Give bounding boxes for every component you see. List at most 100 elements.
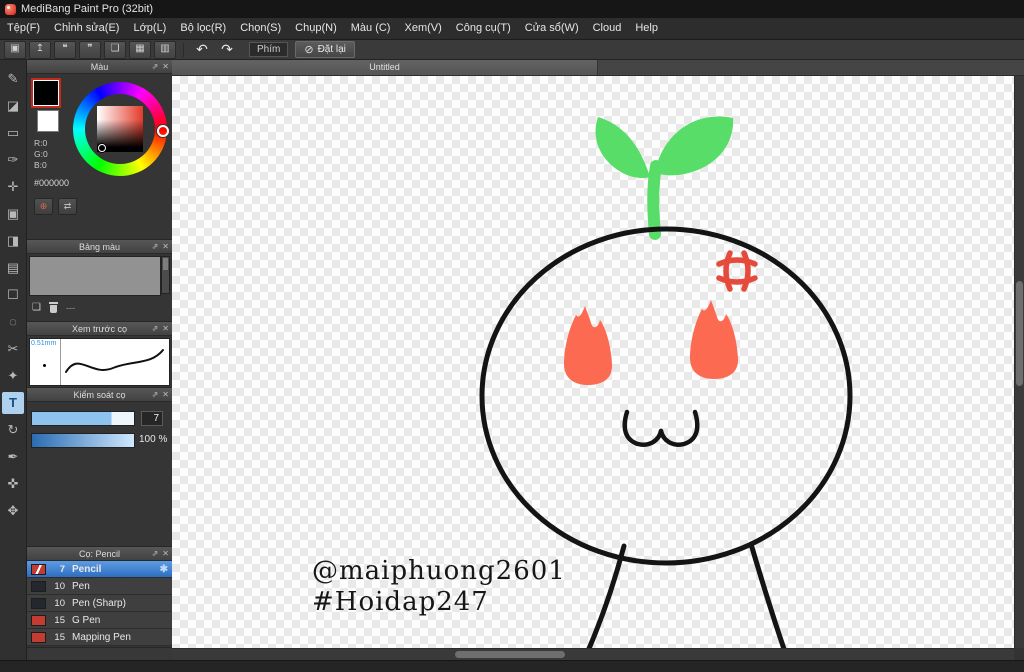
menu-layer[interactable]: Lớp(L) (126, 18, 173, 39)
move-tool-button[interactable]: ✛ (2, 176, 24, 198)
canvas-artwork (479, 116, 853, 648)
menu-cloud[interactable]: Cloud (586, 18, 629, 39)
brush-chip (31, 631, 46, 643)
color-mode-icon[interactable]: ⊕ (34, 198, 53, 215)
brush-row-pen-sharp[interactable]: 10 Pen (Sharp) (27, 595, 172, 612)
title-bar: MediBang Paint Pro (32bit) (0, 0, 1024, 18)
hand-tool-button[interactable]: ✥ (2, 500, 24, 522)
brush-name: Pencil (72, 563, 102, 575)
brush-list-panel: Cọ: Pencil ⇗ ✕ 7 Pencil ✱ 10 Pen 10 Pen … (27, 547, 172, 648)
panel-close-icon[interactable]: ✕ (162, 240, 169, 253)
lasso-tool-button[interactable]: ◌ (2, 311, 24, 333)
gradient-tool-button[interactable]: ▤ (2, 257, 24, 279)
redo-button[interactable]: ↷ (216, 41, 238, 59)
background-color-swatch[interactable] (37, 110, 59, 132)
palette-placeholder: --- (65, 302, 75, 313)
vertical-scrollbar-thumb[interactable] (1016, 281, 1023, 386)
horizontal-scrollbar-thumb[interactable] (455, 651, 565, 658)
sv-cursor[interactable] (98, 144, 106, 152)
panel-popout-icon[interactable]: ⇗ (152, 388, 159, 401)
brush-opacity-slider[interactable] (31, 433, 135, 448)
prohibition-icon: ⊘ (304, 44, 314, 56)
menu-edit[interactable]: Chỉnh sửa(E) (47, 18, 126, 39)
panel-close-icon[interactable]: ✕ (162, 388, 169, 401)
brush-settings-icon[interactable]: ✱ (160, 564, 168, 575)
brush-opacity-value: 100 % (139, 434, 168, 445)
main-toolbar: ▣ ↥ ❝ ❞ ❏ ▦ ▥ ↶ ↷ Phím ⊘ Đặt lại (0, 40, 1024, 60)
foreground-color-swatch[interactable] (31, 78, 61, 108)
save-button[interactable]: ▣ (4, 40, 26, 59)
mouth (622, 409, 700, 447)
medibang-window: MediBang Paint Pro (32bit) Tệp(F) Chỉnh … (0, 0, 1024, 672)
panel-column: Màu ⇗ ✕ R:0 G:0 B:0 #000000 ⊕ ⇄ Bảng màu… (27, 60, 172, 660)
shape-tool-button[interactable]: ▭ (2, 122, 24, 144)
vertical-scrollbar[interactable] (1014, 76, 1024, 648)
wand-tool-button[interactable]: ✦ (2, 365, 24, 387)
menu-color[interactable]: Màu (C) (344, 18, 398, 39)
palette-scrollbar[interactable] (161, 256, 170, 294)
palette-panel-title: Bảng màu (78, 241, 121, 252)
brush-chip (31, 563, 46, 575)
upload-button[interactable]: ↥ (29, 40, 51, 59)
trash-icon[interactable] (48, 302, 58, 313)
menu-filter[interactable]: Bộ lọc(R) (173, 18, 233, 39)
blue-value: B:0 (34, 160, 47, 170)
comment-button[interactable]: ❝ (54, 40, 76, 59)
panel-popout-icon[interactable]: ⇗ (152, 322, 159, 335)
anger-mark-icon (716, 250, 758, 292)
divide-tool-button[interactable]: ✜ (2, 473, 24, 495)
fill-rect-tool-button[interactable]: ▣ (2, 203, 24, 225)
new-palette-icon[interactable]: ❏ (32, 302, 41, 313)
brush-row-pen[interactable]: 10 Pen (27, 578, 172, 595)
brush-dot-preview (43, 364, 46, 367)
menu-snap[interactable]: Chụp(N) (288, 18, 344, 39)
panel-popout-icon[interactable]: ⇗ (152, 547, 159, 560)
bucket-tool-button[interactable]: ◨ (2, 230, 24, 252)
brush-size-slider[interactable] (31, 411, 135, 426)
document-tab[interactable]: Untitled (172, 60, 598, 75)
hue-cursor[interactable] (157, 125, 169, 137)
menu-help[interactable]: Help (628, 18, 665, 39)
panel-close-icon[interactable]: ✕ (162, 322, 169, 335)
rotate-tool-button[interactable]: ↻ (2, 419, 24, 441)
palette-swatch-list[interactable] (29, 256, 161, 296)
brush-list-title: Cọ: Pencil (78, 548, 121, 559)
select-pen-tool-button[interactable]: ✂ (2, 338, 24, 360)
panel-close-icon[interactable]: ✕ (162, 547, 169, 560)
text-tool-button[interactable]: T (2, 392, 24, 414)
eyedropper-tool-button[interactable]: ✒ (2, 446, 24, 468)
window-title: MediBang Paint Pro (32bit) (21, 3, 154, 15)
menu-select[interactable]: Chọn(S) (233, 18, 288, 39)
pen-tool-button[interactable]: ✎ (2, 68, 24, 90)
menu-tools[interactable]: Công cụ(T) (449, 18, 518, 39)
panels-button[interactable]: ▥ (154, 40, 176, 59)
grid-button[interactable]: ▦ (129, 40, 151, 59)
color-panel-title: Màu (90, 61, 109, 72)
menu-file[interactable]: Tệp(F) (0, 18, 47, 39)
panel-close-icon[interactable]: ✕ (162, 60, 169, 73)
brush-chip (31, 597, 46, 609)
horizontal-scrollbar[interactable] (172, 648, 1014, 660)
brush-preview-box: 0.51mm (29, 338, 170, 386)
brush-row-mapping-pen[interactable]: 15 Mapping Pen (27, 629, 172, 646)
menu-window[interactable]: Cửa sổ(W) (518, 18, 586, 39)
panel-popout-icon[interactable]: ⇗ (152, 240, 159, 253)
brush-row-pencil[interactable]: 7 Pencil ✱ (27, 561, 172, 578)
color-wheel[interactable] (73, 82, 169, 176)
eraser-tool-button[interactable]: ◪ (2, 95, 24, 117)
document-button[interactable]: ❏ (104, 40, 126, 59)
panel-popout-icon[interactable]: ⇗ (152, 60, 159, 73)
drawing-canvas[interactable]: @maiphuong2601 #Hoidap247 (172, 76, 1014, 648)
brush-row-g-pen[interactable]: 15 G Pen (27, 612, 172, 629)
brush-size-value[interactable]: 7 (141, 411, 163, 426)
chat-button[interactable]: ❞ (79, 40, 101, 59)
brush-preview-panel: Xem trước cọ ⇗ ✕ 0.51mm (27, 322, 172, 388)
toolbar-separator (183, 42, 184, 57)
reset-button[interactable]: ⊘ Đặt lại (295, 41, 355, 58)
brush-name: G Pen (72, 614, 101, 626)
airbrush-tool-button[interactable]: ✑ (2, 149, 24, 171)
swap-colors-icon[interactable]: ⇄ (58, 198, 77, 215)
menu-view[interactable]: Xem(V) (397, 18, 448, 39)
undo-button[interactable]: ↶ (191, 41, 213, 59)
select-tool-button[interactable]: ☐ (2, 284, 24, 306)
